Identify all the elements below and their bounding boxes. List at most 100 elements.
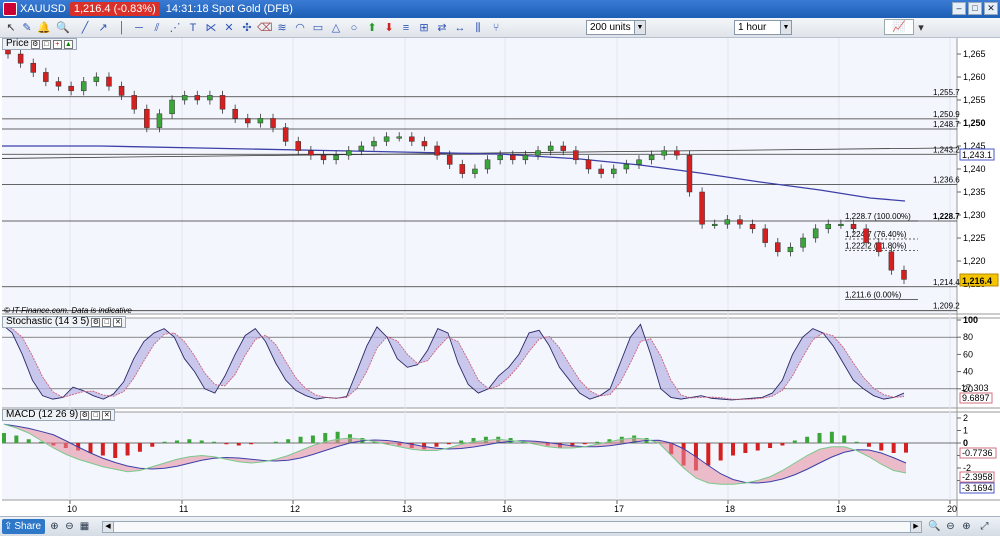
candle [358,145,365,151]
ray-line-icon[interactable]: ↗ [96,21,110,35]
share-button[interactable]: ⇪ Share [2,519,46,534]
candle [257,118,264,124]
panel-up-icon[interactable]: ▲ [63,39,73,49]
pitchfork-icon[interactable]: ⑂ [489,21,503,35]
macd-histogram-bar [768,443,773,448]
panel-close-icon[interactable]: ✕ [113,317,123,327]
chart-type-icon[interactable]: 📈 [884,19,914,35]
candle [80,81,87,92]
interval-select[interactable]: 1 hour ▼ [734,20,792,35]
macd-histogram-bar [261,443,266,444]
panel-add-icon[interactable]: + [52,39,62,49]
ma-value-label: 1,243.1 [962,150,992,160]
magnifier-icon[interactable]: 🔍 [56,21,70,35]
candle [737,219,743,225]
fib-arc-icon[interactable]: ◠ [293,21,307,35]
time-label: 13 [402,504,412,514]
macd-histogram-bar [780,443,785,446]
stochastic-panel-header[interactable]: Stochastic (14 3 5) ⚙ □ ✕ [2,316,127,328]
panel-settings-icon[interactable]: ⚙ [30,39,40,49]
macd-histogram-bar [595,441,600,443]
fit-all-icon[interactable]: ⤢ [978,520,991,533]
macd-tick-label: 1 [963,426,968,436]
candle [585,159,592,170]
scroll-left-button[interactable]: ◀ [102,521,114,533]
measure-icon[interactable]: ↔ [453,21,467,35]
level-label: 1,255.7 [933,88,960,97]
zoom-out-icon[interactable]: ⊖ [63,520,76,533]
fib-time-icon[interactable]: ⊞ [417,21,431,35]
panel-settings-icon[interactable]: ⚙ [80,410,90,420]
fan-icon[interactable]: ⋉ [204,21,218,35]
macd-histogram-bar [866,443,871,447]
macd-tick-label: 0 [963,438,968,448]
candle [194,95,201,101]
time-scrollbar[interactable]: ◀ ▶ [102,521,922,533]
macd-histogram-bar [187,439,192,443]
fib-retracement-icon[interactable]: ≡ [399,21,413,35]
price-panel-header[interactable]: Price ⚙ □ + ▲ [2,38,77,50]
zoom-tool-icon[interactable]: 🔍 [928,520,941,533]
candle [131,95,137,110]
candle [472,168,478,174]
app-logo-icon [3,2,17,16]
stochastic-tick-label: 100 [963,315,978,325]
price-tick-label: 1,225 [963,233,986,243]
candle [598,168,604,174]
level-label: 1,250.9 [933,110,960,119]
arrow-down-icon[interactable]: ⬇ [382,21,396,35]
regression-channel-icon[interactable]: ⋰ [168,21,182,35]
ellipse-icon[interactable]: ○ [347,21,361,35]
zoom-plus-icon[interactable]: ⊕ [960,520,973,533]
price-tick-label: 1,260 [963,72,986,82]
fit-icon[interactable]: ▦ [78,520,91,533]
stochastic-tick-label: 60 [963,349,973,359]
trend-line-icon[interactable]: ╱ [78,21,92,35]
price-tick-label: 1,235 [963,187,986,197]
fib-label: 1,228.7 (100.00%) [845,212,911,221]
triangle-icon[interactable]: △ [329,21,343,35]
text-tool-icon[interactable]: T [186,21,200,35]
parallel-channel-icon[interactable]: ⫽ [150,21,164,35]
chart-type-dropdown-icon[interactable]: ▾ [914,21,928,35]
cross-tool-icon[interactable]: ✣ [240,21,254,35]
units-select[interactable]: 200 units ▼ [586,20,646,35]
panel-close-icon[interactable]: ✕ [102,410,112,420]
close-window-button[interactable]: ✕ [984,2,998,15]
panel-maximize-icon[interactable]: □ [41,39,51,49]
candle [295,141,302,151]
candle [68,85,74,92]
zoom-minus-icon[interactable]: ⊖ [944,520,957,533]
macd-histogram-bar [879,443,884,451]
stochastic-tick-label: 40 [963,367,973,377]
eraser-icon[interactable]: ⌫ [257,21,273,35]
arrow-up-icon[interactable]: ⬆ [365,21,379,35]
candle [308,150,314,156]
candle [396,136,402,139]
rectangle-icon[interactable]: ▭ [311,21,325,35]
cycle-lines-icon[interactable]: ⫼ [471,21,485,35]
price-tick-label: 1,265 [963,49,986,59]
scroll-right-button[interactable]: ▶ [910,521,922,533]
panel-maximize-icon[interactable]: □ [102,317,112,327]
fib-fan-icon[interactable]: ≋ [275,21,289,35]
panel-settings-icon[interactable]: ⚙ [91,317,101,327]
horizontal-line-icon[interactable]: ─ [132,21,146,35]
candle [118,85,125,96]
vertical-line-icon[interactable]: │ [115,21,129,35]
maximize-button[interactable]: □ [968,2,982,15]
minimize-button[interactable]: ‒ [952,2,966,15]
panel-maximize-icon[interactable]: □ [91,410,101,420]
macd-hist-value: -0.7736 [962,448,993,458]
gann-icon[interactable]: ✕ [222,21,236,35]
pencil-icon[interactable]: ✎ [20,21,34,35]
macd-histogram-bar [212,441,217,443]
macd-panel-header[interactable]: MACD (12 26 9) ⚙ □ ✕ [2,409,116,421]
chart-canvas[interactable]: 1,255.7 1,250.91,248.7 1,243.2 1,236.6 1,228… [0,38,1000,516]
alert-bell-icon[interactable]: 🔔 [37,21,51,35]
candle [825,223,832,230]
zoom-in-icon[interactable]: ⊕ [48,520,61,533]
projection-icon[interactable]: ⇄ [435,21,449,35]
cursor-icon[interactable]: ↖ [4,21,18,35]
chevron-down-icon: ▼ [634,21,645,34]
